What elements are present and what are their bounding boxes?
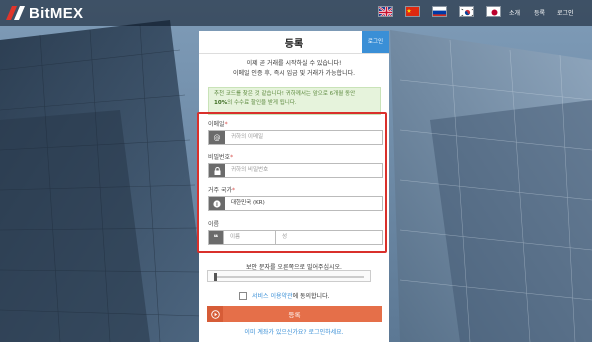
submit-label: 등록 xyxy=(288,311,301,319)
nav-login-wrap: 로그인 xyxy=(557,8,574,17)
referral-promo-notice: 추천 코드를 찾은 것 같습니다! 귀하께서는 앞으로 6개월 동안 10%의 … xyxy=(208,87,381,115)
form-highlight-box xyxy=(197,112,387,253)
bitmex-logo-icon xyxy=(6,6,25,20)
korea-flag-icon[interactable] xyxy=(459,6,474,17)
promo-discount: 10% xyxy=(214,100,228,106)
captcha-handle[interactable] xyxy=(214,273,217,281)
top-navigation-bar: BitMEX 소개 등록 로그인 xyxy=(0,0,592,26)
promo-line-2-text: 의 수수료 할인을 받게 됩니다. xyxy=(227,100,297,106)
register-submit-button[interactable]: 등록 xyxy=(207,306,382,322)
promo-line-1: 추천 코드를 찾은 것 같습니다! 귀하께서는 앞으로 6개월 동안 xyxy=(214,91,356,97)
japan-flag-icon[interactable] xyxy=(486,6,501,17)
terms-checkbox[interactable] xyxy=(239,291,247,300)
nav-register-link[interactable]: 등록 xyxy=(534,8,545,17)
terms-suffix: 에 동의합니다. xyxy=(292,293,330,300)
captcha-track xyxy=(214,276,364,278)
china-flag-icon[interactable] xyxy=(405,6,420,17)
brand-name: BitMEX xyxy=(29,4,84,22)
card-header: 등록 로그인 xyxy=(199,31,389,54)
login-button[interactable]: 로그인 xyxy=(362,31,389,53)
intro-line-2: 이메일 인증 후, 즉시 입금 및 거래가 가능합니다. xyxy=(232,70,356,77)
nav-about-link[interactable]: 소개 xyxy=(509,8,520,17)
page-title: 등록 xyxy=(284,39,304,50)
brand-logo[interactable]: BitMEX xyxy=(6,4,84,22)
captcha-slider[interactable] xyxy=(207,270,371,282)
play-circle-icon xyxy=(207,306,223,322)
terms-link[interactable]: 서비스 이용약관 xyxy=(252,291,293,300)
promo-line-2: 10%의 수수료 할인을 받게 됩니다. xyxy=(214,99,375,108)
russia-flag-icon[interactable] xyxy=(432,6,447,17)
nav-login-link[interactable]: 로그인 xyxy=(557,8,574,17)
intro-text: 이제 곧 거래를 시작하실 수 있습니다! 이메일 인증 후, 즉시 입금 및 … xyxy=(199,59,389,79)
language-selector xyxy=(378,6,513,17)
intro-line-1: 이제 곧 거래를 시작하실 수 있습니다! xyxy=(246,60,342,67)
existing-account-login-link[interactable]: 이미 계좌가 있으신가요? 로그인하세요. xyxy=(199,327,389,336)
nav-register-wrap: 등록 xyxy=(534,8,545,17)
terms-agreement: 서비스 이용약관 에 동의합니다. xyxy=(239,291,330,300)
top-nav-links: 소개 xyxy=(509,8,520,17)
uk-flag-icon[interactable] xyxy=(378,6,393,17)
